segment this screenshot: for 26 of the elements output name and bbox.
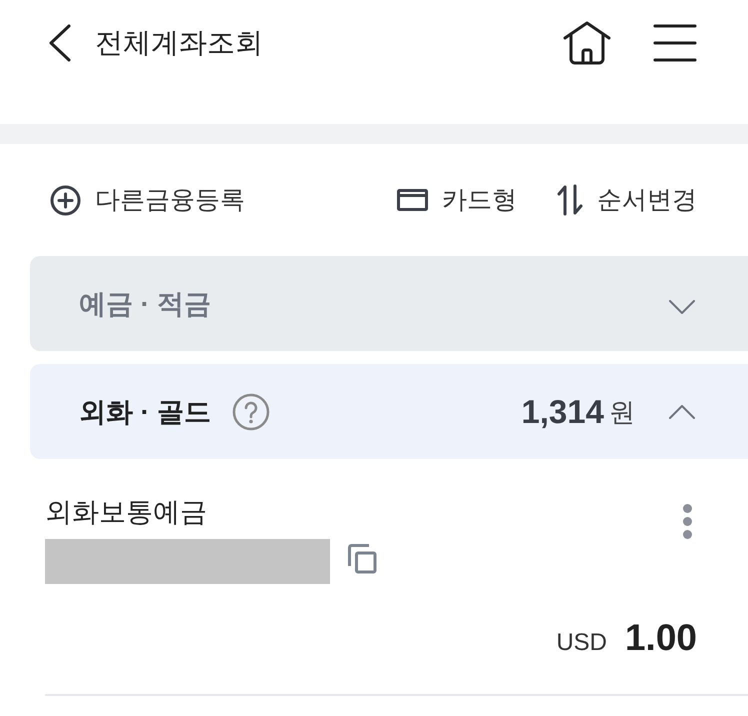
- plus-circle-icon: [50, 184, 81, 216]
- more-icon[interactable]: [682, 503, 693, 540]
- balance-amount: 1.00: [624, 616, 697, 660]
- category-title: 예금 · 적금: [79, 288, 211, 320]
- home-icon: [563, 21, 611, 65]
- total-amount: 1,314: [521, 392, 604, 432]
- currency-unit: 원: [609, 396, 635, 428]
- card-view-button[interactable]: 카드형: [397, 183, 517, 217]
- help-icon[interactable]: [232, 392, 270, 430]
- add-institution-button[interactable]: 다른금융등록: [50, 183, 245, 217]
- category-card[interactable]: 예금 · 적금: [30, 256, 748, 351]
- account-name: 외화보통예금: [45, 496, 207, 529]
- card-icon: [397, 189, 428, 211]
- chevron-up-icon[interactable]: [669, 404, 695, 418]
- reorder-button[interactable]: 순서변경: [557, 183, 697, 217]
- page-title: 전체계좌조회: [95, 26, 263, 60]
- menu-icon: [653, 24, 697, 62]
- menu-button[interactable]: [653, 24, 697, 62]
- chevron-down-icon[interactable]: [669, 300, 695, 314]
- currency-code: USD: [556, 628, 607, 658]
- home-button[interactable]: [563, 21, 611, 65]
- category-title: 외화 · 골드: [79, 396, 211, 428]
- back-icon: [48, 24, 72, 62]
- copy-icon[interactable]: [347, 543, 377, 574]
- back-button[interactable]: [48, 24, 72, 62]
- category-card[interactable]: 외화 · 골드 1,314 원: [30, 364, 748, 459]
